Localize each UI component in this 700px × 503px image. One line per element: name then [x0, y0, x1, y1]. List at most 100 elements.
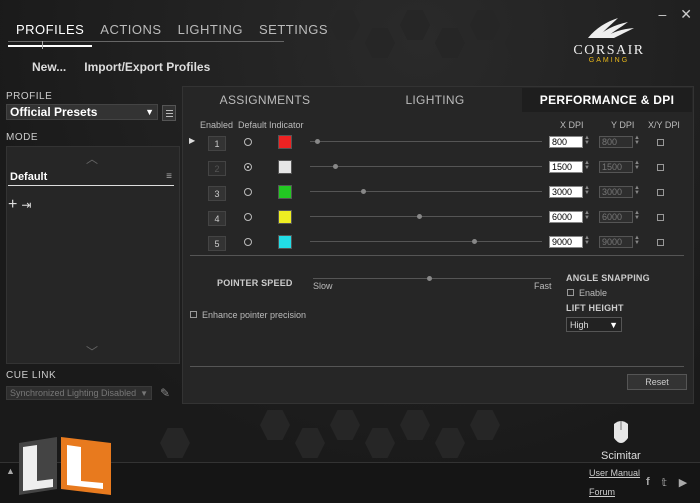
x-dpi-spinner[interactable]: ▲ ▼: [584, 185, 590, 196]
x-dpi-input[interactable]: 6000: [549, 211, 583, 223]
import-export-button[interactable]: Import/Export Profiles: [84, 60, 210, 74]
stage-dpi-handle[interactable]: [333, 164, 339, 169]
x-dpi-input[interactable]: 3000: [549, 186, 583, 198]
stage-dpi-handle[interactable]: [361, 189, 367, 194]
lift-height-label: LIFT HEIGHT: [566, 303, 624, 313]
x-dpi-spinner[interactable]: ▲ ▼: [584, 135, 590, 146]
tab-actions[interactable]: ACTIONS: [92, 16, 169, 47]
y-dpi-input[interactable]: 3000: [599, 186, 633, 198]
xy-dpi-checkbox[interactable]: [657, 164, 664, 171]
tab-performance-dpi[interactable]: PERFORMANCE & DPI: [522, 88, 692, 112]
stage-dpi-slider[interactable]: [310, 214, 542, 219]
enhance-precision-checkbox[interactable]: [190, 311, 197, 318]
stage-indicator-color[interactable]: [278, 210, 292, 224]
x-dpi-input[interactable]: 800: [549, 136, 583, 148]
forum-link[interactable]: Forum: [589, 487, 615, 497]
col-x-dpi: X DPI: [560, 120, 584, 130]
y-dpi-spinner[interactable]: ▲ ▼: [634, 160, 640, 171]
dpi-stage-row: 4 6000 ▲ ▼ 6000 ▲ ▼: [0, 210, 700, 231]
pencil-icon[interactable]: ✎: [160, 386, 170, 400]
dpi-stage-row: 5 9000 ▲ ▼ 9000 ▲ ▼: [0, 235, 700, 256]
divider: [190, 366, 684, 367]
profile-menu-button[interactable]: [162, 105, 176, 121]
stage-enabled-toggle[interactable]: 5: [208, 236, 226, 251]
expand-up-icon[interactable]: ▲: [6, 466, 15, 476]
youtube-icon[interactable]: ▶: [679, 476, 687, 489]
tab-panel-lighting[interactable]: LIGHTING: [348, 88, 522, 112]
tab-lighting[interactable]: LIGHTING: [170, 16, 251, 47]
dpi-stage-row: 1 800 ▲ ▼ 800 ▲ ▼: [0, 135, 700, 156]
x-dpi-input[interactable]: 9000: [549, 236, 583, 248]
x-dpi-spinner[interactable]: ▲ ▼: [584, 160, 590, 171]
xy-dpi-checkbox[interactable]: [657, 139, 664, 146]
reset-button[interactable]: Reset: [627, 374, 687, 390]
y-dpi-input[interactable]: 9000: [599, 236, 633, 248]
xy-dpi-checkbox[interactable]: [657, 214, 664, 221]
sails-icon: [588, 18, 634, 38]
angle-enable-label: Enable: [579, 288, 608, 298]
stage-indicator-color[interactable]: [278, 185, 292, 199]
stage-indicator-color[interactable]: [278, 135, 292, 149]
y-dpi-spinner[interactable]: ▲ ▼: [634, 235, 640, 246]
stage-enabled-toggle[interactable]: 4: [208, 211, 226, 226]
stage-dpi-slider[interactable]: [310, 239, 542, 244]
y-dpi-spinner[interactable]: ▲ ▼: [634, 185, 640, 196]
stage-indicator-color[interactable]: [278, 160, 292, 174]
user-manual-link[interactable]: User Manual: [589, 468, 640, 478]
nav-active-tick: [42, 41, 43, 49]
top-nav: PROFILES ACTIONS LIGHTING SETTINGS: [8, 16, 336, 47]
pointer-speed-slider[interactable]: [313, 276, 551, 281]
nav-divider: [8, 41, 284, 42]
y-dpi-spinner[interactable]: ▲ ▼: [634, 135, 640, 146]
stage-default-radio[interactable]: [244, 163, 252, 171]
tab-assignments[interactable]: ASSIGNMENTS: [182, 88, 348, 112]
dpi-stage-row: 2 1500 ▲ ▼ 1500 ▲ ▼: [0, 160, 700, 181]
close-icon[interactable]: ✕: [680, 6, 692, 23]
new-profile-button[interactable]: New...: [32, 60, 66, 74]
xy-dpi-checkbox[interactable]: [657, 239, 664, 246]
stage-dpi-slider[interactable]: [310, 189, 542, 194]
facebook-icon[interactable]: f: [646, 476, 650, 489]
stage-enabled-toggle[interactable]: 1: [208, 136, 226, 151]
lift-height-select[interactable]: High ▼: [566, 317, 622, 332]
stage-dpi-handle[interactable]: [472, 239, 478, 244]
y-dpi-input[interactable]: 800: [599, 136, 633, 148]
stage-default-radio[interactable]: [244, 213, 252, 221]
dpi-stage-row: 3 3000 ▲ ▼ 3000 ▲ ▼: [0, 185, 700, 206]
col-indicator: Indicator: [269, 120, 304, 130]
xy-dpi-checkbox[interactable]: [657, 189, 664, 196]
enhance-precision-label: Enhance pointer precision: [202, 310, 307, 320]
stage-dpi-handle[interactable]: [416, 214, 422, 219]
angle-snapping-checkbox[interactable]: [567, 289, 574, 296]
stage-indicator-color[interactable]: [278, 235, 292, 249]
stage-enabled-toggle[interactable]: 3: [208, 186, 226, 201]
slow-label: Slow: [313, 281, 333, 291]
cue-link-label: CUE LINK: [6, 370, 57, 381]
social-links: f 𝕥 ▶: [646, 476, 687, 489]
tab-profiles[interactable]: PROFILES: [8, 16, 93, 47]
stage-default-radio[interactable]: [244, 188, 252, 196]
dropdown-arrow-icon: ▼: [609, 319, 618, 330]
profile-select[interactable]: Official Presets ▼: [6, 104, 158, 120]
y-dpi-input[interactable]: 1500: [599, 161, 633, 173]
stage-enabled-toggle[interactable]: 2: [208, 161, 226, 176]
x-dpi-spinner[interactable]: ▲ ▼: [584, 235, 590, 246]
minimize-icon[interactable]: –: [658, 6, 666, 23]
y-dpi-input[interactable]: 6000: [599, 211, 633, 223]
col-xy-dpi: X/Y DPI: [648, 120, 680, 130]
tab-settings[interactable]: SETTINGS: [251, 16, 336, 47]
y-dpi-spinner[interactable]: ▲ ▼: [634, 210, 640, 221]
chevron-down-icon[interactable]: ﹀: [86, 343, 98, 360]
stage-default-radio[interactable]: [244, 238, 252, 246]
stage-default-radio[interactable]: [244, 138, 252, 146]
stage-dpi-slider[interactable]: [310, 164, 542, 169]
x-dpi-input[interactable]: 1500: [549, 161, 583, 173]
stage-dpi-handle[interactable]: [314, 139, 320, 144]
cue-link-selected: Synchronized Lighting Disabled: [10, 388, 137, 398]
x-dpi-spinner[interactable]: ▲ ▼: [584, 210, 590, 221]
twitter-icon[interactable]: 𝕥: [662, 476, 667, 489]
cue-link-select[interactable]: Synchronized Lighting Disabled ▼: [6, 386, 152, 400]
mouse-icon[interactable]: [609, 418, 633, 448]
stage-dpi-slider[interactable]: [310, 139, 542, 144]
panel-tabs: ASSIGNMENTS LIGHTING PERFORMANCE & DPI: [182, 88, 692, 112]
